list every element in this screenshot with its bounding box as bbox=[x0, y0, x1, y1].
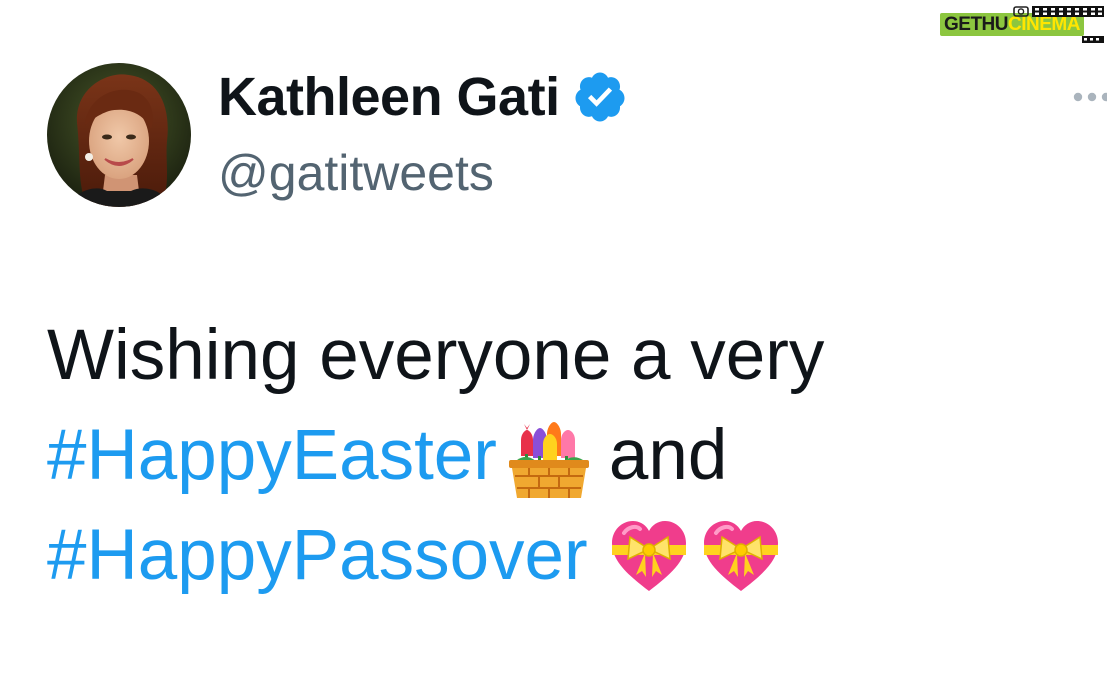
tweet-text-line1: Wishing everyone a very bbox=[47, 316, 825, 395]
heart-with-ribbon-emoji-2 bbox=[703, 521, 778, 591]
watermark-text-part1: GETHU bbox=[944, 14, 1009, 35]
tweet-screenshot: GETHUCINEMA Kathleen Gati @gatitweets Wi… bbox=[0, 0, 1107, 685]
hashtag-happy-passover-link[interactable]: #HappyPassover bbox=[47, 506, 588, 606]
avatar-photo bbox=[47, 63, 191, 207]
verified-badge-icon bbox=[575, 72, 625, 122]
watermark-logo: GETHUCINEMA bbox=[940, 4, 1106, 44]
tweet-line-2: #HappyEaster and bbox=[47, 406, 1087, 506]
film-camera-icon bbox=[1013, 6, 1104, 43]
more-horizontal-icon[interactable] bbox=[1066, 84, 1107, 110]
tweet-text: Wishing everyone a very #HappyEaster and… bbox=[47, 306, 1087, 606]
heart-with-ribbon-emoji bbox=[611, 521, 686, 591]
tweet-line-3: #HappyPassover bbox=[47, 506, 1087, 606]
author-name-row: Kathleen Gati bbox=[218, 62, 628, 132]
hashtag-happy-easter-link[interactable]: #HappyEaster bbox=[47, 406, 497, 506]
author-display-name[interactable]: Kathleen Gati bbox=[218, 66, 560, 128]
avatar[interactable] bbox=[47, 63, 191, 207]
tulip-basket-emoji bbox=[508, 422, 589, 498]
tweet-text-and: and bbox=[608, 416, 728, 495]
tweet-line-1: Wishing everyone a very bbox=[47, 306, 1087, 406]
author-handle[interactable]: @gatitweets bbox=[218, 144, 494, 202]
